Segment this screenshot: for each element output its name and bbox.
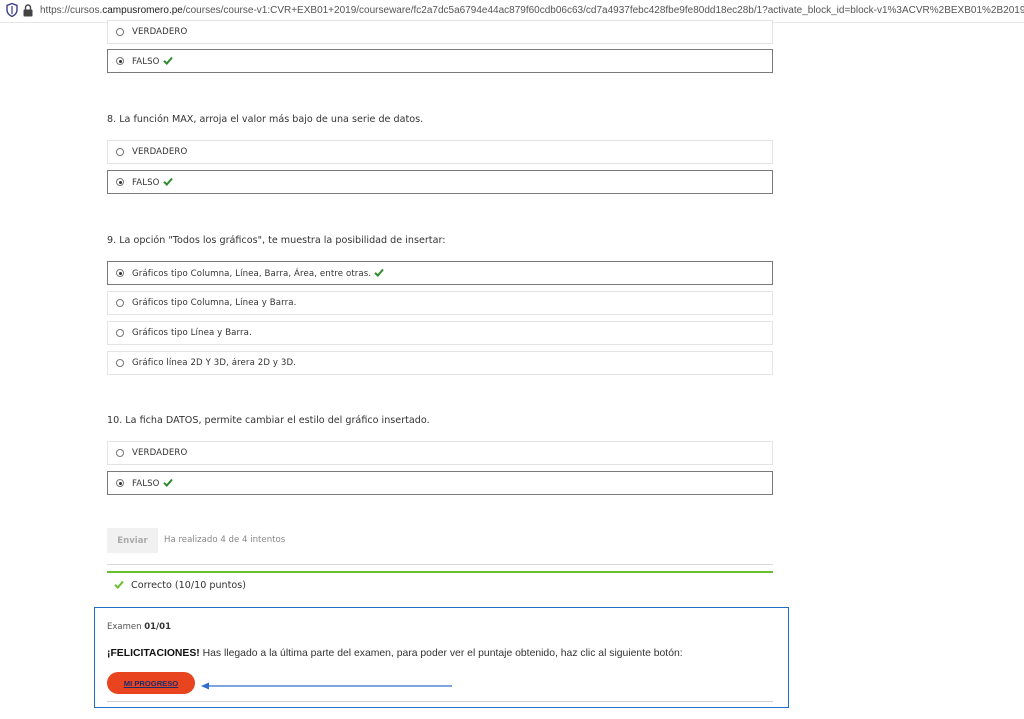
divider <box>107 701 773 702</box>
radio-button[interactable] <box>116 329 124 337</box>
shield-icon <box>6 3 18 17</box>
url-domain: campusromero.pe <box>102 5 183 16</box>
q9-option-2[interactable]: Gráficos tipo Columna, Línea y Barra. <box>107 291 773 315</box>
result-status: Correcto (10/10 puntos) <box>114 580 246 591</box>
congrats-message: ¡FELICITACIONES! Has llegado a la última… <box>107 648 683 659</box>
option-label: VERDADERO <box>132 448 188 458</box>
radio-button[interactable] <box>116 28 124 36</box>
divider <box>107 564 773 565</box>
q10-option-falso[interactable]: FALSO <box>107 471 773 495</box>
checkmark-icon <box>162 56 173 65</box>
radio-button[interactable] <box>116 449 124 457</box>
radio-button-selected[interactable] <box>116 57 124 65</box>
option-label: VERDADERO <box>132 27 188 37</box>
q9-option-1[interactable]: Gráficos tipo Columna, Línea, Barra, Áre… <box>107 261 773 285</box>
q10-option-verdadero[interactable]: VERDADERO <box>107 441 773 465</box>
exam-label: Examen 01/01 <box>107 622 171 632</box>
lock-icon <box>23 4 33 17</box>
radio-button-selected[interactable] <box>116 178 124 186</box>
option-label-wrap: FALSO <box>132 177 173 188</box>
radio-button-selected[interactable] <box>116 479 124 487</box>
option-label: Gráficos tipo Línea y Barra. <box>132 328 252 338</box>
radio-button[interactable] <box>116 359 124 367</box>
option-label: VERDADERO <box>132 147 188 157</box>
q8-option-verdadero[interactable]: VERDADERO <box>107 140 773 164</box>
option-label-wrap: FALSO <box>132 56 173 67</box>
option-label-wrap: FALSO <box>132 478 173 489</box>
result-text: Correcto (10/10 puntos) <box>131 580 246 591</box>
q9-option-3[interactable]: Gráficos tipo Línea y Barra. <box>107 321 773 345</box>
question-10-text: 10. La ficha DATOS, permite cambiar el e… <box>107 415 430 426</box>
submit-button[interactable]: Enviar <box>107 528 158 553</box>
q9-option-4[interactable]: Gráfico línea 2D Y 3D, árera 2D y 3D. <box>107 351 773 375</box>
checkmark-icon <box>162 478 173 487</box>
attempts-text: Ha realizado 4 de 4 intentos <box>164 535 286 545</box>
option-label: Gráficos tipo Columna, Línea y Barra. <box>132 298 297 308</box>
option-label-wrap: Gráficos tipo Columna, Línea, Barra, Áre… <box>132 268 384 279</box>
radio-button[interactable] <box>116 148 124 156</box>
congrats-heading: ¡FELICITACIONES! <box>107 648 200 659</box>
checkmark-icon <box>162 177 173 186</box>
radio-button-selected[interactable] <box>116 269 124 277</box>
exam-number: 01/01 <box>144 622 171 632</box>
arrow-icon <box>201 682 452 690</box>
q8-option-falso[interactable]: FALSO <box>107 170 773 194</box>
q7-option-verdadero[interactable]: VERDADERO <box>107 20 773 44</box>
checkmark-icon <box>374 268 384 277</box>
exam-panel: Examen 01/01 ¡FELICITACIONES! Has llegad… <box>94 607 789 708</box>
question-8-text: 8. La función MAX, arroja el valor más b… <box>107 114 424 125</box>
option-label: Gráfico línea 2D Y 3D, árera 2D y 3D. <box>132 358 297 368</box>
mi-progreso-button[interactable]: MI PROGRESO <box>107 672 195 694</box>
result-divider <box>107 571 773 573</box>
checkmark-icon <box>114 580 124 589</box>
radio-button[interactable] <box>116 299 124 307</box>
url-text[interactable]: https://cursos.campusromero.pe/courses/c… <box>40 5 1024 16</box>
question-9-text: 9. La opción "Todos los gráficos", te mu… <box>107 235 446 246</box>
q7-option-falso[interactable]: FALSO <box>107 49 773 73</box>
